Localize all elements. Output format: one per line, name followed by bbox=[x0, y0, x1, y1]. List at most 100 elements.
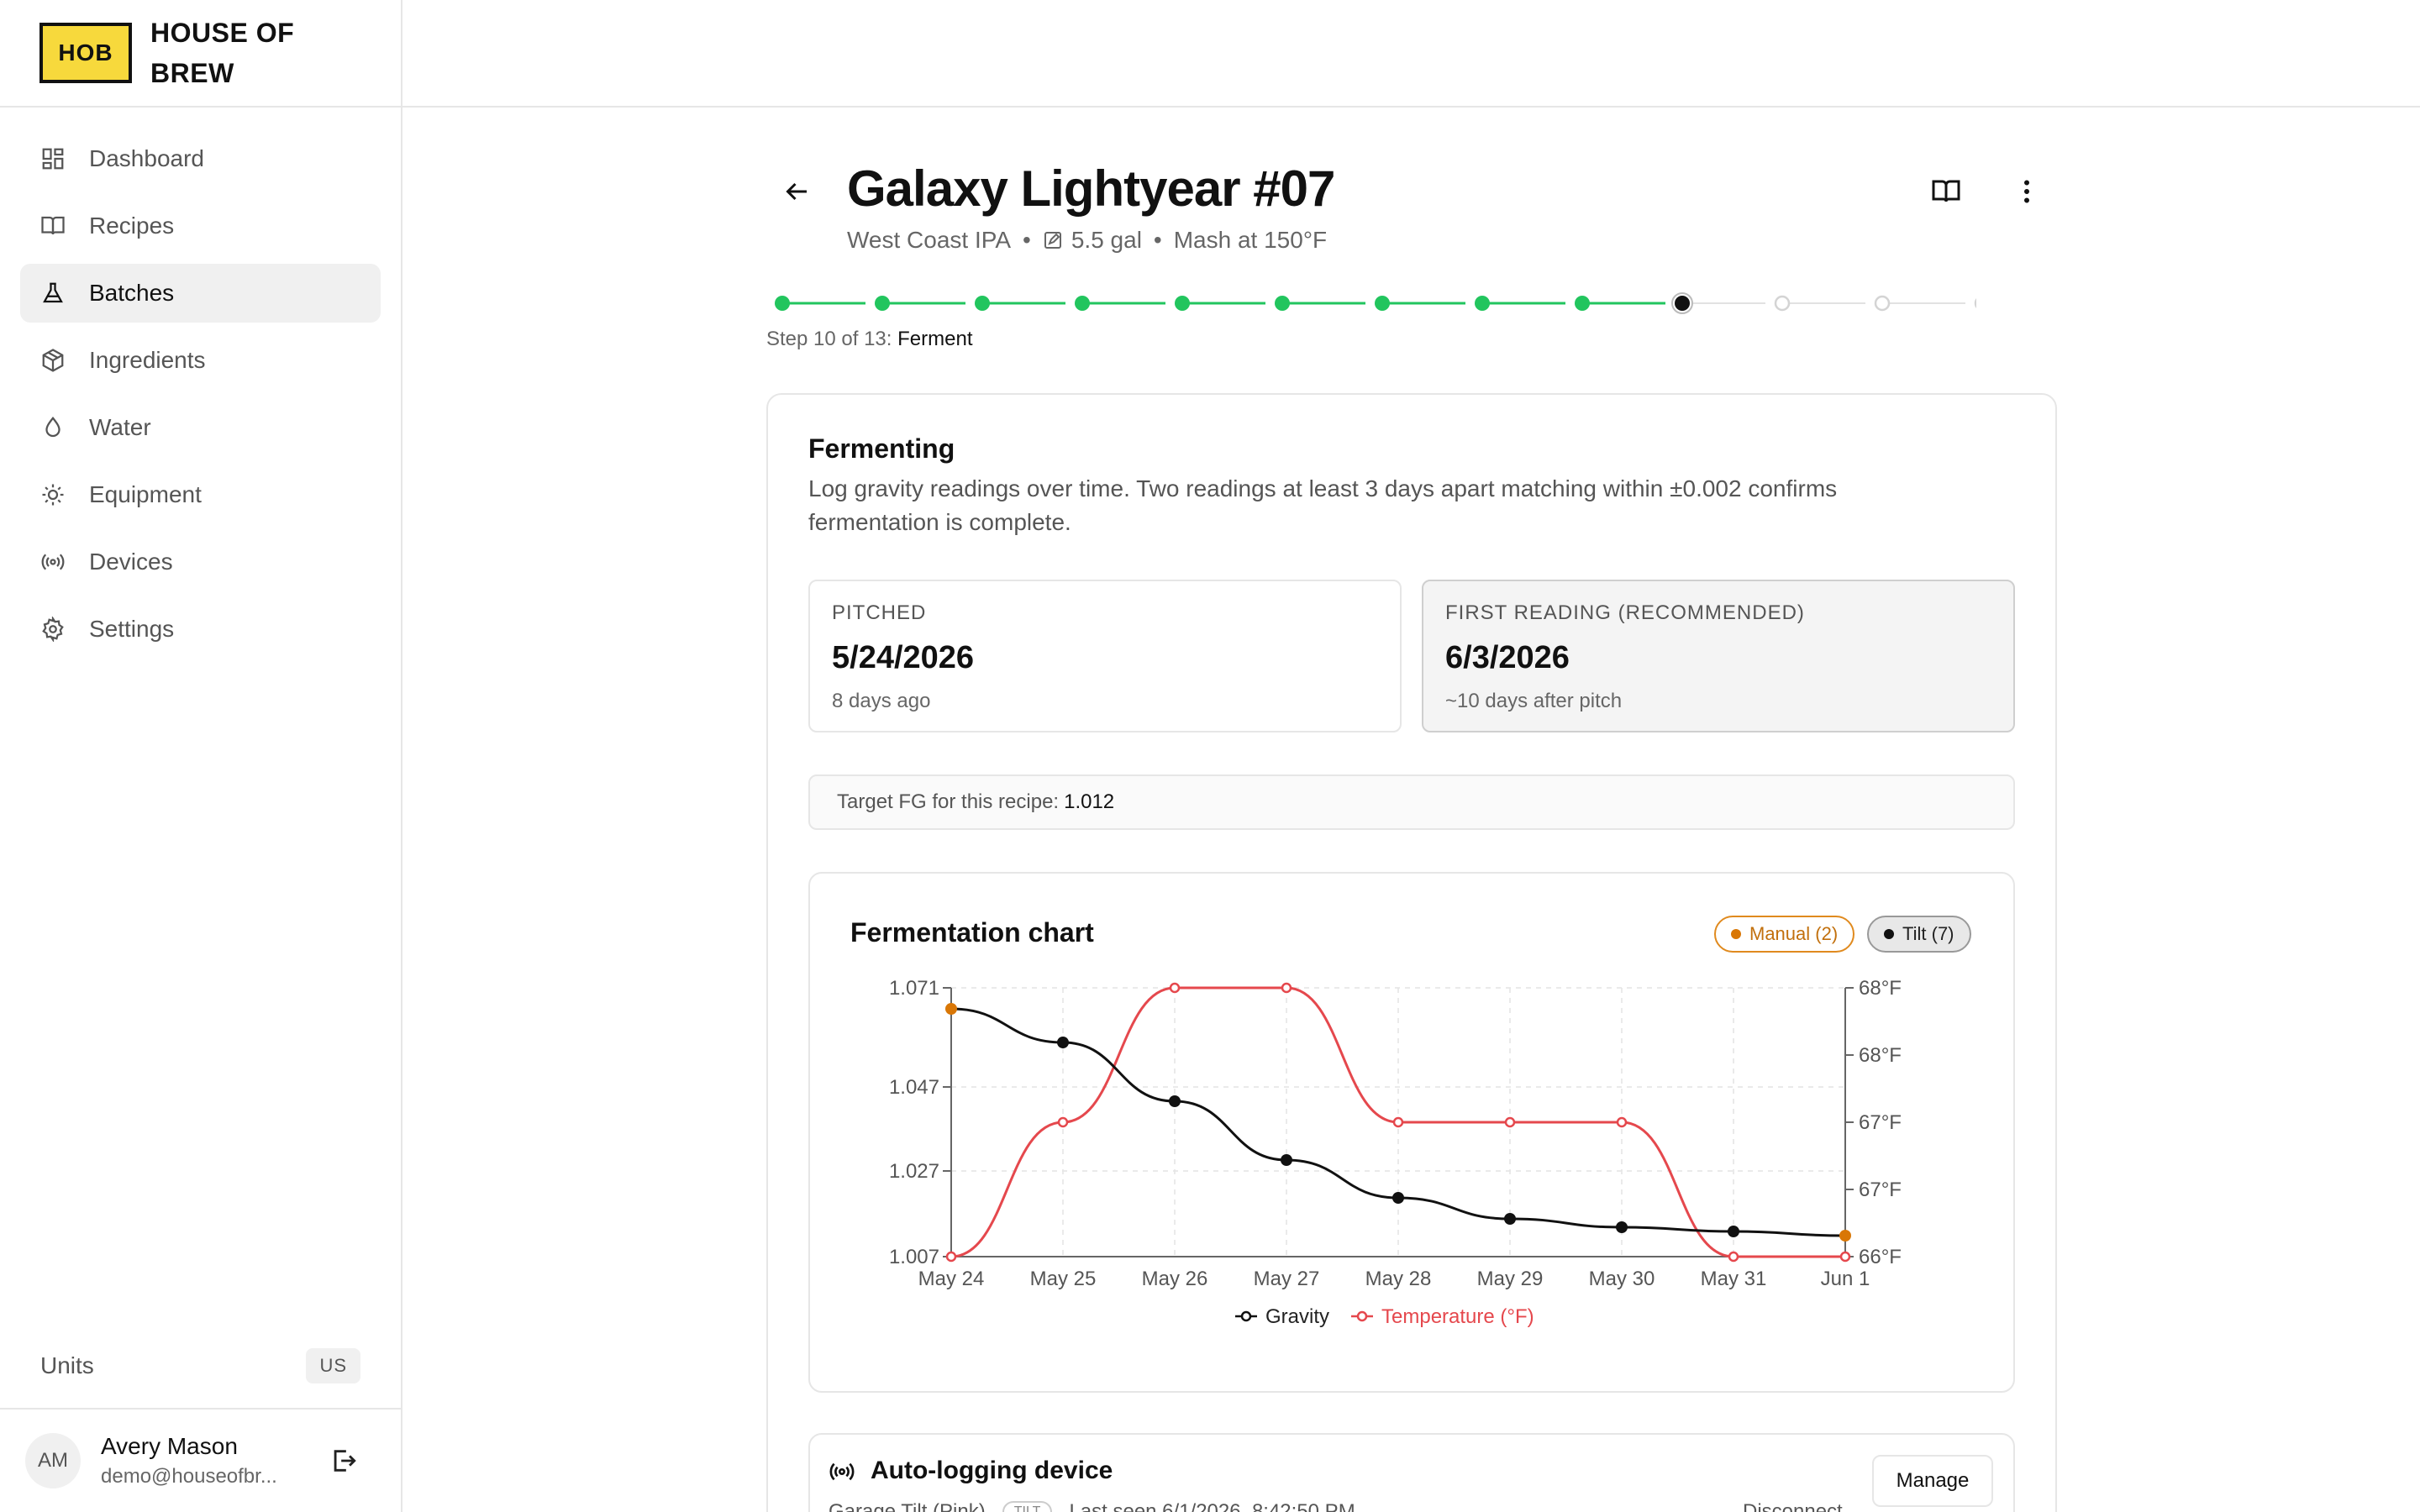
tilt-count: Tilt (7) bbox=[1902, 923, 1954, 944]
separator-dot: • bbox=[1023, 227, 1031, 253]
y-tick-label-left: 1.047 bbox=[889, 1076, 939, 1099]
temperature-point bbox=[1392, 1116, 1404, 1128]
temperature-point bbox=[1728, 1251, 1739, 1263]
x-tick-label: May 24 bbox=[918, 1268, 985, 1290]
tilt-filter-badge[interactable]: Tilt (7) bbox=[1867, 916, 1971, 953]
sidebar-item-dashboard[interactable]: Dashboard bbox=[20, 129, 381, 188]
x-tick-label: May 30 bbox=[1589, 1268, 1655, 1290]
brand-name: HOUSE OF BREW bbox=[150, 13, 294, 93]
manual-filter-badge[interactable]: Manual (2) bbox=[1714, 916, 1855, 953]
x-tick-label: May 26 bbox=[1142, 1268, 1208, 1290]
sidebar-nav: Dashboard Recipes Batches Ingredients Wa… bbox=[0, 108, 401, 659]
step-done-dot bbox=[1175, 296, 1190, 311]
pitched-label: PITCHED bbox=[832, 601, 927, 624]
step-count: Step 10 of 13: bbox=[766, 328, 892, 350]
sidebar-item-label: Ingredients bbox=[89, 347, 206, 373]
first-reading-box: FIRST READING (RECOMMENDED) 6/3/2026 ~10… bbox=[1422, 580, 2015, 732]
pitched-ago: 8 days ago bbox=[832, 690, 931, 712]
radio-icon bbox=[829, 1462, 855, 1481]
more-vertical-icon[interactable] bbox=[2012, 176, 2042, 207]
step-done-dot bbox=[975, 296, 990, 311]
first-reading-note: ~10 days after pitch bbox=[1445, 690, 1623, 712]
manage-button[interactable]: Manage bbox=[1872, 1455, 1993, 1507]
sidebar-item-recipes[interactable]: Recipes bbox=[20, 197, 381, 255]
sidebar-item-batches[interactable]: Batches bbox=[20, 264, 381, 323]
device-name: Garage Tilt (Pink) bbox=[829, 1500, 986, 1512]
gravity-point bbox=[1057, 1037, 1069, 1048]
step-done-dot bbox=[875, 296, 890, 311]
units-setting[interactable]: Units US bbox=[0, 1341, 401, 1391]
sidebar-item-ingredients[interactable]: Ingredients bbox=[20, 331, 381, 390]
logout-icon[interactable] bbox=[329, 1446, 358, 1475]
step-done-dot bbox=[775, 296, 790, 311]
brand-name-line1: HOUSE OF bbox=[150, 18, 295, 48]
y-tick-label-right: 68°F bbox=[1859, 1044, 1902, 1067]
device-details: Garage Tilt (Pink) TILT Last seen 6/1/20… bbox=[829, 1500, 1355, 1512]
legend-gravity-marker bbox=[1240, 1310, 1252, 1322]
step-name: Ferment bbox=[897, 328, 973, 350]
sidebar-item-equipment[interactable]: Equipment bbox=[20, 465, 381, 524]
step-todo-dot bbox=[1974, 297, 1976, 309]
back-arrow-icon[interactable] bbox=[781, 176, 812, 207]
sidebar-item-label: Dashboard bbox=[89, 145, 204, 171]
temperature-point bbox=[1281, 982, 1292, 994]
user-info: Avery Mason demo@houseofbr... bbox=[101, 1433, 311, 1488]
avatar[interactable]: AM bbox=[25, 1433, 81, 1488]
user-email: demo@houseofbr... bbox=[101, 1465, 277, 1488]
section-title: Fermenting bbox=[808, 433, 955, 464]
y-tick-label-right: 68°F bbox=[1859, 977, 1902, 1000]
x-tick-label: May 31 bbox=[1701, 1268, 1767, 1290]
sidebar-item-label: Water bbox=[89, 414, 151, 440]
settings-icon bbox=[42, 617, 64, 642]
tilt-dot bbox=[1884, 929, 1894, 939]
mash-temp: Mash at 150°F bbox=[1173, 227, 1328, 253]
pitched-box: PITCHED 5/24/2026 8 days ago bbox=[808, 580, 1402, 732]
legend-temp-label: Temperature (°F) bbox=[1381, 1305, 1534, 1328]
chart-title: Fermentation chart bbox=[850, 917, 1094, 948]
separator-dot: • bbox=[1153, 227, 1162, 253]
gear-icon bbox=[42, 484, 64, 506]
first-reading-date: 6/3/2026 bbox=[1445, 640, 1570, 675]
radio-icon bbox=[41, 554, 65, 570]
y-tick-label-left: 1.007 bbox=[889, 1246, 939, 1268]
device-title: Auto-logging device bbox=[871, 1457, 1113, 1484]
step-done-dot bbox=[1375, 296, 1390, 311]
gravity-point bbox=[1504, 1213, 1516, 1225]
recipe-book-icon[interactable] bbox=[1931, 176, 1961, 207]
x-tick-label: May 25 bbox=[1030, 1268, 1097, 1290]
units-badge[interactable]: US bbox=[306, 1348, 360, 1383]
fermentation-chart[interactable]: 1.071 1.047 1.027 1.007 68°F 68°F 67°F 67°F 66°F… bbox=[808, 958, 2015, 1352]
step-todo-dot bbox=[1874, 295, 1891, 312]
target-fg: Target FG for this recipe: 1.012 bbox=[808, 774, 2015, 830]
temperature-point bbox=[1839, 1251, 1851, 1263]
manual-dot bbox=[1731, 929, 1741, 939]
target-fg-label: Target FG for this recipe: bbox=[837, 790, 1060, 813]
sidebar-item-devices[interactable]: Devices bbox=[20, 533, 381, 591]
device-tag: TILT bbox=[1002, 1501, 1053, 1512]
sidebar-item-label: Settings bbox=[89, 616, 175, 642]
book-icon bbox=[41, 216, 65, 235]
sidebar-item-water[interactable]: Water bbox=[20, 398, 381, 457]
disconnect-link[interactable]: Disconnect bbox=[1743, 1500, 1843, 1512]
step-done-dot bbox=[1075, 296, 1090, 311]
step-done-dot bbox=[1275, 296, 1290, 311]
batch-style: West Coast IPA bbox=[847, 227, 1012, 253]
y-tick-label-right: 67°F bbox=[1859, 1179, 1902, 1201]
user-name: Avery Mason bbox=[101, 1433, 238, 1459]
flask-icon bbox=[43, 282, 63, 303]
box-icon bbox=[42, 349, 64, 372]
progress-stepper bbox=[775, 292, 1976, 314]
batch-volume[interactable]: 5.5 gal bbox=[1071, 227, 1142, 254]
step-current-dot bbox=[1675, 296, 1690, 311]
sidebar-item-label: Recipes bbox=[89, 213, 175, 239]
sidebar-item-settings[interactable]: Settings bbox=[20, 600, 381, 659]
manual-count: Manual (2) bbox=[1749, 923, 1839, 944]
brand[interactable]: HOB HOUSE OF BREW bbox=[0, 0, 401, 108]
top-bar bbox=[402, 0, 2420, 108]
target-fg-value: 1.012 bbox=[1064, 790, 1115, 813]
batch-meta: West Coast IPA • 5.5 gal • Mash at 150°F bbox=[847, 227, 1327, 254]
edit-icon[interactable] bbox=[1043, 230, 1063, 250]
legend-temp-marker bbox=[1356, 1310, 1368, 1322]
dashboard-icon bbox=[42, 148, 64, 170]
pitched-date: 5/24/2026 bbox=[832, 640, 975, 675]
